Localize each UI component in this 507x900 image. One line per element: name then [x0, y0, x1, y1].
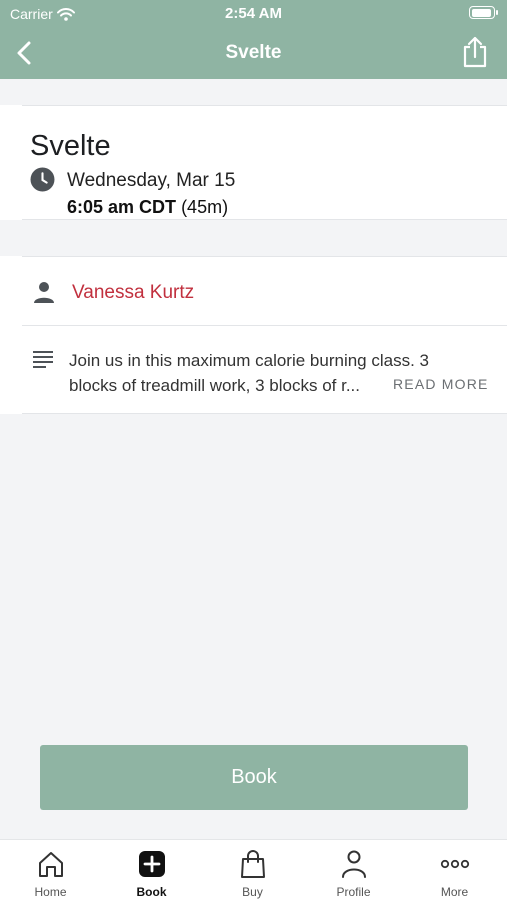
class-details-card: Svelte Wednesday, Mar 15 6:05 am CDT (45…: [0, 105, 507, 220]
top-bar: Carrier 2:54 AM Svelte: [0, 0, 507, 79]
description-icon: [33, 351, 53, 368]
tab-profile[interactable]: Profile: [303, 840, 404, 900]
divider: [22, 219, 507, 220]
divider: [22, 256, 507, 257]
page-title: Svelte: [225, 42, 282, 63]
share-button[interactable]: [459, 35, 491, 69]
tab-label: More: [440, 885, 469, 899]
read-more-link[interactable]: READ MORE: [393, 376, 489, 392]
description-line: Join us in this maximum calorie burning …: [69, 351, 429, 370]
class-date: Wednesday, Mar 15: [67, 170, 236, 191]
tab-book[interactable]: Book: [101, 840, 202, 900]
status-bar: Carrier 2:54 AM: [0, 0, 507, 28]
class-time-row: 6:05 am CDT (45m): [67, 197, 228, 218]
class-time: 6:05 am CDT: [67, 197, 177, 217]
battery-icon: [469, 6, 498, 19]
tab-bar: Home Book Buy Profile More: [0, 839, 507, 900]
tab-label: Home: [34, 885, 67, 899]
clock-icon: [30, 167, 55, 192]
instructor-link[interactable]: Vanessa Kurtz: [72, 282, 194, 304]
plus-square-icon: [139, 851, 165, 877]
book-button[interactable]: Book: [40, 745, 468, 810]
tab-buy[interactable]: Buy: [202, 840, 303, 900]
tab-label: Book: [136, 885, 167, 899]
status-time: 2:54 AM: [225, 5, 282, 22]
person-icon: [34, 282, 54, 303]
class-name: Svelte: [30, 130, 111, 162]
person-icon: [342, 850, 366, 878]
tab-home[interactable]: Home: [0, 840, 101, 900]
class-duration: (45m): [181, 197, 229, 217]
more-icon: [440, 859, 470, 869]
home-icon: [39, 852, 63, 877]
divider: [22, 105, 507, 106]
divider: [22, 413, 507, 414]
divider: [22, 325, 507, 326]
nav-bar: Svelte: [0, 30, 507, 76]
tab-label: Buy: [242, 885, 263, 899]
bag-icon: [241, 850, 265, 878]
class-info-card: Vanessa Kurtz Join us in this maximum ca…: [0, 256, 507, 414]
tab-label: Profile: [336, 885, 371, 899]
tab-more[interactable]: More: [404, 840, 505, 900]
